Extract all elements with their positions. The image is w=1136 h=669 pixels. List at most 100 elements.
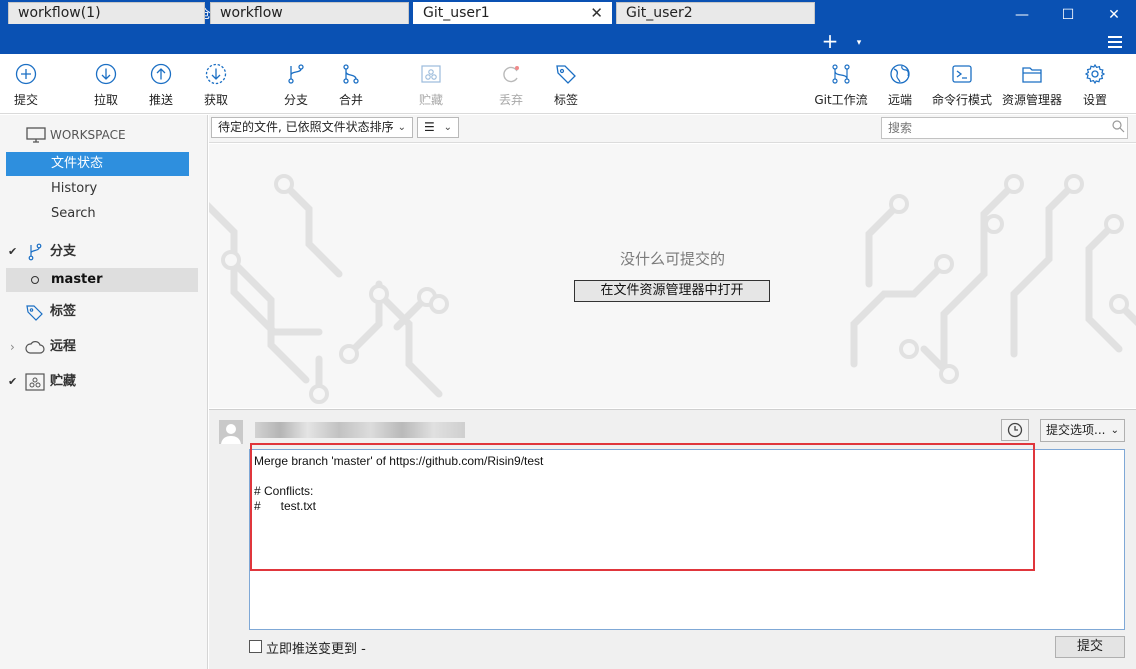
push-immediately-checkbox[interactable]: [249, 640, 262, 653]
avatar: [219, 420, 243, 444]
merge-button[interactable]: 合并: [329, 54, 373, 114]
view-mode-dropdown[interactable]: ☰ ⌄: [417, 117, 459, 138]
push-icon: [150, 63, 172, 85]
pull-label: 拉取: [93, 93, 118, 107]
stash-icon: [421, 65, 441, 83]
sidebar-item-search[interactable]: Search: [0, 202, 208, 226]
search-icon: [1112, 120, 1125, 133]
branch-icon: [28, 243, 42, 261]
fetch-icon: [205, 63, 227, 85]
terminal-button[interactable]: 命令行模式: [929, 54, 995, 114]
branch-button[interactable]: 分支: [274, 54, 318, 114]
chevron-down-icon: ⌄: [397, 122, 406, 133]
sidebar-item-label: Search: [51, 206, 96, 221]
discard-button[interactable]: 丢弃: [489, 54, 533, 114]
hamburger-menu-icon[interactable]: [1105, 33, 1125, 51]
settings-label: 设置: [1082, 93, 1107, 107]
sidebar-section-stashes[interactable]: ✔ 贮藏: [0, 370, 208, 394]
chevron-down-icon: ✔: [8, 375, 18, 388]
commit-history-button[interactable]: [1001, 419, 1029, 441]
sidebar-item-branch-master[interactable]: master: [6, 268, 198, 292]
sidebar-item-label: 文件状态: [51, 156, 104, 171]
nothing-to-commit-message: 没什么可提交的: [619, 250, 725, 268]
sort-dropdown[interactable]: 待定的文件, 已依照文件状态排序 ⌄: [211, 117, 413, 138]
empty-state-panel: 没什么可提交的 在文件资源管理器中打开: [209, 144, 1136, 408]
current-branch-dot-icon: [31, 276, 39, 284]
sourcetree-window: 文件(F) 编辑(E) 查看(V) 仓库(R) 操作(A) 工具(T) 帮助(H…: [0, 0, 1136, 669]
stash-icon: [25, 373, 45, 391]
explorer-label: 资源管理器: [1001, 93, 1062, 107]
branch-name: master: [51, 272, 103, 287]
remote-label: 远端: [887, 93, 912, 107]
commit-panel: 提交选项... ⌄ Merge branch 'master' of https:…: [209, 409, 1136, 669]
sidebar-section-tags[interactable]: 标签: [0, 300, 208, 324]
sidebar: WORKSPACE 文件状态 History Search ✔ 分支 maste…: [0, 115, 208, 669]
git-flow-label: Git工作流: [814, 93, 868, 107]
sidebar-section-remotes[interactable]: › 远程: [0, 335, 208, 359]
fetch-label: 获取: [203, 93, 228, 107]
commit-options-dropdown[interactable]: 提交选项... ⌄: [1040, 419, 1125, 442]
open-in-explorer-button[interactable]: 在文件资源管理器中打开: [574, 280, 770, 302]
user-avatar-icon: [221, 424, 241, 444]
explorer-icon: [1022, 67, 1042, 83]
commit-message-textarea[interactable]: Merge branch 'master' of https://github.…: [249, 449, 1125, 630]
tab-workflow[interactable]: workflow: [210, 2, 409, 24]
chevron-down-icon: ⌄: [443, 122, 452, 133]
remote-globe-icon: [890, 64, 910, 84]
close-window-button[interactable]: ✕: [1090, 0, 1136, 30]
commit-button[interactable]: 提交: [4, 54, 48, 114]
commit-submit-button[interactable]: 提交: [1055, 636, 1125, 658]
branches-label: 分支: [50, 244, 77, 259]
stash-button[interactable]: 贮藏: [409, 54, 453, 114]
tab-label: Git_user2: [626, 5, 693, 21]
tab-label: workflow: [220, 5, 283, 21]
terminal-icon: [952, 65, 972, 83]
tag-icon: [556, 65, 576, 84]
maximize-button[interactable]: ☐: [1044, 0, 1092, 30]
pull-button[interactable]: 拉取: [84, 54, 128, 114]
search-input[interactable]: [881, 117, 1128, 139]
repository-tab-bar: [0, 30, 1136, 54]
tab-dropdown-icon[interactable]: ▾: [852, 36, 866, 50]
tab-git-user2[interactable]: Git_user2: [616, 2, 815, 24]
terminal-label: 命令行模式: [931, 93, 992, 107]
tag-button[interactable]: 标签: [544, 54, 588, 114]
chevron-down-icon: ⌄: [1110, 425, 1119, 436]
pull-icon: [95, 63, 117, 85]
push-label: 推送: [148, 93, 173, 107]
remote-button[interactable]: 远端: [878, 54, 922, 114]
discard-label: 丢弃: [498, 93, 523, 107]
author-name-redacted: [255, 422, 465, 438]
git-flow-button[interactable]: Git工作流: [811, 54, 871, 114]
sidebar-section-branches[interactable]: ✔ 分支: [0, 240, 208, 264]
tag-icon: [26, 305, 43, 321]
branch-icon: [288, 64, 304, 84]
tab-workflow-1[interactable]: workflow(1): [8, 2, 205, 24]
tab-git-user1[interactable]: Git_user1 ✕: [413, 2, 612, 24]
fetch-button[interactable]: 获取: [194, 54, 238, 114]
workspace-header: WORKSPACE: [0, 123, 208, 147]
tab-label: workflow(1): [18, 5, 101, 21]
explorer-button[interactable]: 资源管理器: [999, 54, 1065, 114]
commit-label: 提交: [13, 93, 38, 107]
stash-label: 贮藏: [418, 93, 443, 107]
add-tab-button[interactable]: +: [820, 30, 840, 54]
tag-label: 标签: [553, 93, 578, 107]
sidebar-item-history[interactable]: History: [0, 177, 208, 201]
monitor-icon: [26, 127, 46, 143]
sidebar-item-file-status[interactable]: 文件状态: [6, 152, 189, 176]
minimize-button[interactable]: —: [998, 0, 1046, 30]
push-button[interactable]: 推送: [139, 54, 183, 114]
tags-label: 标签: [50, 304, 77, 319]
tab-label: Git_user1: [423, 5, 490, 21]
close-tab-icon[interactable]: ✕: [590, 3, 603, 24]
push-immediately-label: 立即推送变更到 -: [266, 642, 366, 657]
clock-icon: [1007, 422, 1023, 438]
list-view-icon: ☰: [424, 120, 435, 134]
stashes-label: 贮藏: [50, 374, 77, 389]
settings-button[interactable]: 设置: [1073, 54, 1117, 114]
discard-icon: [503, 66, 519, 83]
workspace-title: WORKSPACE: [50, 128, 126, 142]
chevron-right-icon: ›: [10, 340, 15, 354]
circuit-background-illustration: [209, 174, 1136, 404]
